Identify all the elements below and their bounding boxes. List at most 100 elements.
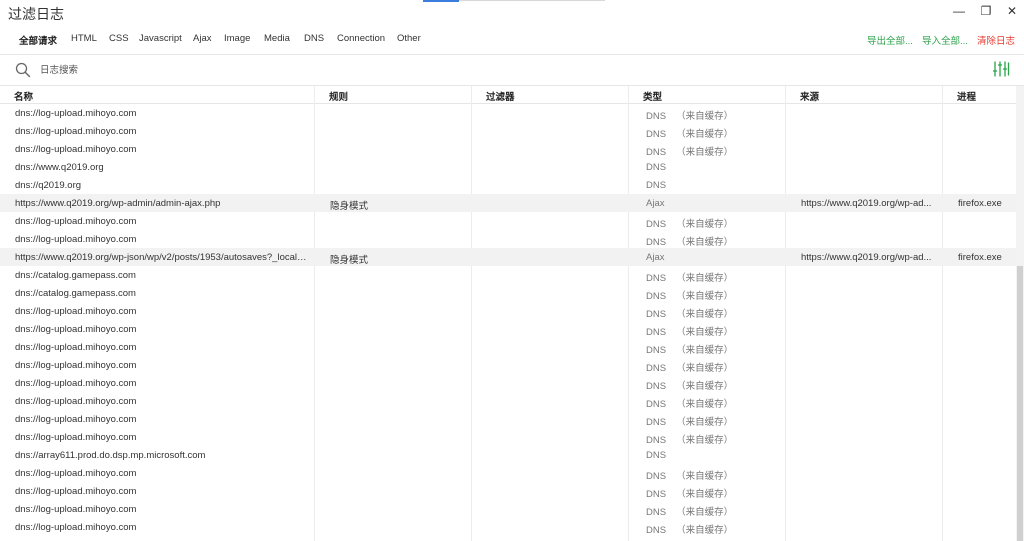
table-row[interactable]: https://www.q2019.org/wp-admin/admin-aja…	[0, 194, 1016, 212]
type-label: Ajax	[646, 198, 665, 209]
vertical-scrollbar[interactable]	[1016, 86, 1024, 541]
table-row[interactable]: dns://log-upload.mihoyo.com DNS （来自缓存）	[0, 356, 1016, 374]
column-header-rule[interactable]: 规则	[329, 89, 348, 103]
table-row[interactable]: dns://log-upload.mihoyo.com DNS （来自缓存）	[0, 374, 1016, 392]
cell-type: DNS （来自缓存）	[646, 144, 776, 158]
tab-image[interactable]: Image	[224, 33, 250, 44]
search-icon	[15, 62, 31, 78]
cache-label: （来自缓存）	[676, 435, 734, 446]
type-label: DNS	[646, 147, 667, 158]
search-bar	[0, 55, 1024, 85]
tab-dns[interactable]: DNS	[304, 33, 324, 44]
column-filter-icon[interactable]	[992, 60, 1010, 78]
cache-label: （来自缓存）	[676, 363, 734, 374]
cell-name: dns://q2019.org	[15, 180, 82, 191]
type-label: DNS	[646, 363, 667, 374]
tab-media[interactable]: Media	[264, 33, 290, 44]
column-header-source[interactable]: 来源	[800, 89, 819, 103]
table-row[interactable]: dns://log-upload.mihoyo.com DNS （来自缓存）	[0, 302, 1016, 320]
column-header-name[interactable]: 名称	[14, 89, 33, 103]
export-all-button[interactable]: 导出全部...	[867, 33, 913, 47]
cell-type: DNS （来自缓存）	[646, 270, 776, 284]
cell-name: dns://log-upload.mihoyo.com	[15, 378, 137, 389]
table-row[interactable]: dns://q2019.org DNS	[0, 176, 1016, 194]
table-row[interactable]: dns://log-upload.mihoyo.com DNS （来自缓存）	[0, 464, 1016, 482]
title-divider-line	[459, 0, 605, 1]
type-label: DNS	[646, 237, 667, 248]
cache-label: （来自缓存）	[676, 219, 734, 230]
cell-name: dns://log-upload.mihoyo.com	[15, 504, 137, 515]
tab-html[interactable]: HTML	[71, 33, 97, 44]
table-row[interactable]: dns://log-upload.mihoyo.com DNS （来自缓存）	[0, 500, 1016, 518]
column-header-process[interactable]: 进程	[957, 89, 976, 103]
column-header-filter[interactable]: 过滤器	[486, 89, 515, 103]
tab-connection[interactable]: Connection	[337, 33, 385, 44]
cache-label: （来自缓存）	[676, 489, 734, 500]
cell-type: Ajax	[646, 198, 776, 209]
cell-name: dns://log-upload.mihoyo.com	[15, 414, 137, 425]
table-row[interactable]: dns://log-upload.mihoyo.com DNS （来自缓存）	[0, 212, 1016, 230]
cell-type: DNS （来自缓存）	[646, 522, 776, 536]
scrollbar-thumb[interactable]	[1017, 266, 1023, 541]
cell-name: dns://log-upload.mihoyo.com	[15, 522, 137, 533]
cache-label: （来自缓存）	[676, 525, 734, 536]
cache-label: （来自缓存）	[676, 399, 734, 410]
type-label: DNS	[646, 399, 667, 410]
table-row[interactable]: dns://log-upload.mihoyo.com DNS （来自缓存）	[0, 140, 1016, 158]
cell-name: dns://log-upload.mihoyo.com	[15, 486, 137, 497]
type-label: DNS	[646, 525, 667, 536]
table-row[interactable]: https://www.q2019.org/wp-json/wp/v2/post…	[0, 248, 1016, 266]
type-label: DNS	[646, 507, 667, 518]
cache-label: （来自缓存）	[676, 417, 734, 428]
clear-log-button[interactable]: 清除日志	[977, 33, 1015, 47]
type-label: DNS	[646, 162, 667, 173]
log-search-input[interactable]	[40, 61, 440, 79]
cell-source: https://www.q2019.org/wp-ad...	[801, 198, 932, 209]
table-row[interactable]: dns://log-upload.mihoyo.com DNS （来自缓存）	[0, 230, 1016, 248]
cache-label: （来自缓存）	[676, 273, 734, 284]
close-button[interactable]: ✕	[999, 2, 1024, 20]
table-row[interactable]: dns://log-upload.mihoyo.com DNS （来自缓存）	[0, 392, 1016, 410]
cell-name: dns://log-upload.mihoyo.com	[15, 306, 137, 317]
table-row[interactable]: dns://log-upload.mihoyo.com DNS （来自缓存）	[0, 410, 1016, 428]
cell-name: dns://log-upload.mihoyo.com	[15, 468, 137, 479]
tab-ajax[interactable]: Ajax	[193, 33, 211, 44]
log-table-body: dns://log-upload.mihoyo.com DNS （来自缓存） dns:…	[0, 104, 1016, 541]
cell-name: dns://log-upload.mihoyo.com	[15, 216, 137, 227]
table-row[interactable]: dns://catalog.gamepass.com DNS （来自缓存）	[0, 266, 1016, 284]
table-row[interactable]: dns://log-upload.mihoyo.com DNS （来自缓存）	[0, 428, 1016, 446]
table-row[interactable]: dns://catalog.gamepass.com DNS （来自缓存）	[0, 284, 1016, 302]
import-all-button[interactable]: 导入全部...	[922, 33, 968, 47]
table-row[interactable]: dns://log-upload.mihoyo.com DNS （来自缓存）	[0, 122, 1016, 140]
cell-type: DNS （来自缓存）	[646, 342, 776, 356]
tab-all-requests[interactable]: 全部请求	[19, 33, 57, 47]
column-header-type[interactable]: 类型	[643, 89, 662, 103]
table-row[interactable]: dns://log-upload.mihoyo.com DNS （来自缓存）	[0, 518, 1016, 536]
cell-type: DNS （来自缓存）	[646, 360, 776, 374]
cell-type: DNS （来自缓存）	[646, 486, 776, 500]
cell-type: DNS （来自缓存）	[646, 432, 776, 446]
minimize-button[interactable]: —	[946, 2, 972, 20]
table-row[interactable]: dns://log-upload.mihoyo.com DNS （来自缓存）	[0, 104, 1016, 122]
cache-label: （来自缓存）	[676, 291, 734, 302]
table-row[interactable]: dns://www.q2019.org DNS	[0, 158, 1016, 176]
tab-javascript[interactable]: Javascript	[139, 33, 182, 44]
tab-other[interactable]: Other	[397, 33, 421, 44]
cell-type: DNS （来自缓存）	[646, 378, 776, 392]
cell-type: DNS	[646, 450, 776, 461]
cell-name: dns://log-upload.mihoyo.com	[15, 432, 137, 443]
type-label: DNS	[646, 435, 667, 446]
tab-css[interactable]: CSS	[109, 33, 129, 44]
table-row[interactable]: dns://array611.prod.do.dsp.mp.microsoft.…	[0, 446, 1016, 464]
type-label: DNS	[646, 417, 667, 428]
table-row[interactable]: dns://log-upload.mihoyo.com DNS （来自缓存）	[0, 338, 1016, 356]
title-accent-line	[423, 0, 459, 2]
cell-name: dns://log-upload.mihoyo.com	[15, 126, 137, 137]
table-row[interactable]: dns://log-upload.mihoyo.com DNS （来自缓存）	[0, 482, 1016, 500]
cell-name: dns://catalog.gamepass.com	[15, 288, 136, 299]
table-row[interactable]: dns://log-upload.mihoyo.com DNS （来自缓存）	[0, 320, 1016, 338]
type-label: DNS	[646, 180, 667, 191]
cell-type: DNS （来自缓存）	[646, 288, 776, 302]
cache-label: （来自缓存）	[676, 471, 734, 482]
restore-button[interactable]: ❐	[973, 2, 999, 20]
